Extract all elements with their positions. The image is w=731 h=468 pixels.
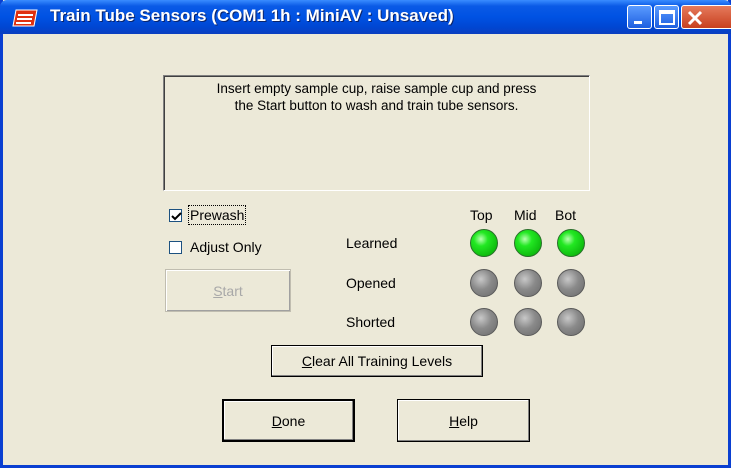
maximize-icon xyxy=(659,10,675,25)
shorted-top-indicator xyxy=(470,308,498,336)
learned-mid-indicator xyxy=(514,229,542,257)
opened-top-indicator xyxy=(470,269,498,297)
checkmark-icon xyxy=(171,211,182,220)
instruction-text-box: Insert empty sample cup, raise sample cu… xyxy=(163,75,590,191)
clear-all-training-levels-button[interactable]: Clear All Training Levels xyxy=(271,345,483,377)
column-header-top: Top xyxy=(470,207,493,223)
close-icon xyxy=(687,10,703,26)
minimize-icon xyxy=(634,21,642,24)
learned-top-indicator xyxy=(470,229,498,257)
done-button[interactable]: Done xyxy=(222,399,355,442)
done-label-rest: one xyxy=(281,412,306,429)
help-mnemonic: H xyxy=(449,412,460,429)
help-label-rest: elp xyxy=(459,412,478,429)
start-label-rest: tart xyxy=(222,282,243,299)
row-label-shorted: Shorted xyxy=(346,314,396,330)
adjust-only-checkbox[interactable] xyxy=(169,240,182,254)
prewash-label[interactable]: Prewash xyxy=(187,205,247,225)
column-header-mid: Mid xyxy=(514,207,537,223)
start-mnemonic: S xyxy=(213,282,223,299)
clear-mnemonic: C xyxy=(301,353,313,369)
shorted-mid-indicator xyxy=(514,308,542,336)
prewash-checkbox-row[interactable]: Prewash xyxy=(169,205,247,225)
row-label-learned: Learned xyxy=(346,235,398,251)
app-logo-icon xyxy=(12,9,38,27)
title-bar[interactable]: Train Tube Sensors (COM1 1h : MiniAV : U… xyxy=(0,0,731,34)
close-button[interactable] xyxy=(681,5,731,29)
learned-bot-indicator xyxy=(557,229,585,257)
column-header-bot: Bot xyxy=(555,207,577,223)
adjust-only-checkbox-row[interactable]: Adjust Only xyxy=(169,239,262,255)
window-frame xyxy=(0,0,731,468)
shorted-bot-indicator xyxy=(557,308,585,336)
instruction-line-1: Insert empty sample cup, raise sample cu… xyxy=(216,81,537,96)
window-title: Train Tube Sensors (COM1 1h : MiniAV : U… xyxy=(50,6,454,25)
done-mnemonic: D xyxy=(271,412,282,429)
row-label-opened: Opened xyxy=(346,275,396,291)
adjust-only-label[interactable]: Adjust Only xyxy=(190,239,262,255)
help-button[interactable]: Help xyxy=(397,399,530,442)
maximize-button[interactable] xyxy=(654,5,679,29)
opened-bot-indicator xyxy=(557,269,585,297)
minimize-button[interactable] xyxy=(627,5,652,29)
opened-mid-indicator xyxy=(514,269,542,297)
clear-label-rest: lear All Training Levels xyxy=(312,353,453,369)
prewash-checkbox[interactable] xyxy=(169,208,182,222)
instruction-line-2: the Start button to wash and train tube … xyxy=(234,98,519,113)
start-button[interactable]: Start xyxy=(165,269,291,312)
